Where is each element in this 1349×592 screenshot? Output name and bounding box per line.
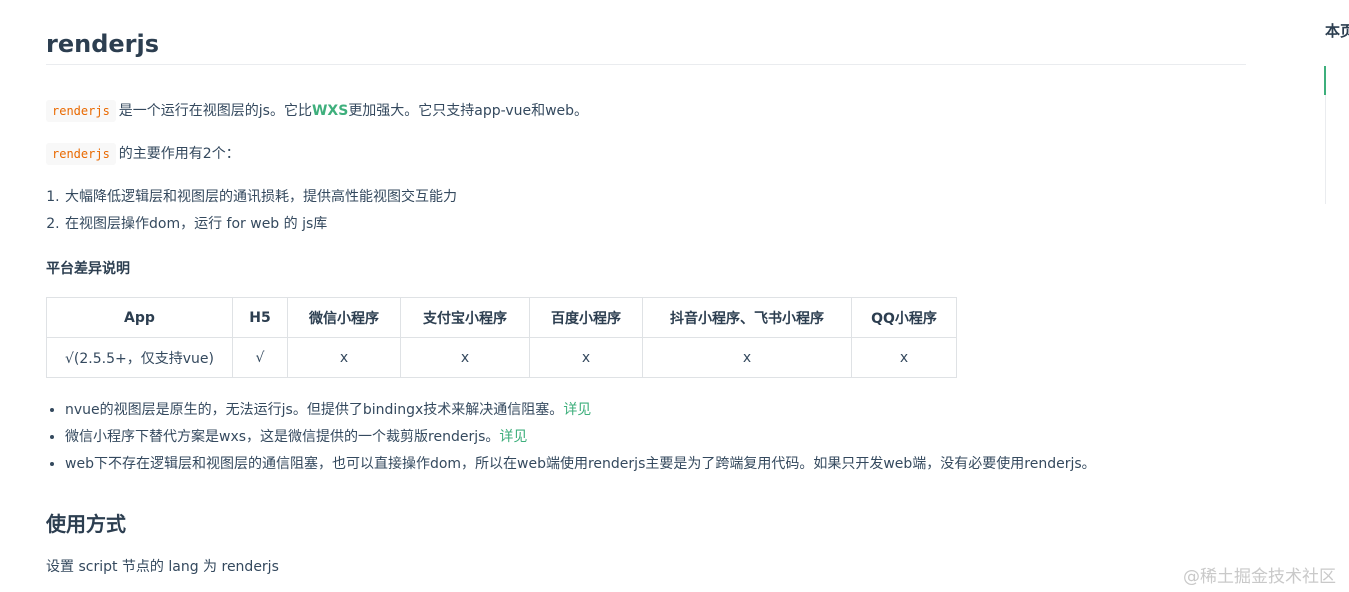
purpose-paragraph: renderjs 的主要作用有2个：	[46, 143, 240, 165]
note-text: nvue的视图层是原生的，无法运行js。但提供了bindingx技术来解决通信阻…	[65, 402, 564, 418]
table-row: √(2.5.5+，仅支持vue) √ x x x x x	[46, 337, 957, 378]
title-divider	[46, 64, 1246, 65]
table-header-row: App H5 微信小程序 支付宝小程序 百度小程序 抖音小程序、飞书小程序 QQ…	[46, 297, 957, 338]
list-item: nvue的视图层是原生的，无法运行js。但提供了bindingx技术来解决通信阻…	[65, 397, 1096, 424]
toc-title[interactable]: 本页	[1325, 20, 1349, 41]
table-header: 微信小程序	[287, 297, 401, 338]
table-cell: √(2.5.5+，仅支持vue)	[46, 337, 233, 378]
notes-list: nvue的视图层是原生的，无法运行js。但提供了bindingx技术来解决通信阻…	[46, 397, 1096, 478]
table-header: 百度小程序	[529, 297, 643, 338]
watermark: @稀土掘金技术社区	[1183, 567, 1336, 587]
purpose-text: 的主要作用有2个：	[118, 146, 240, 162]
platform-heading: 平台差异说明	[46, 261, 130, 277]
table-header: App	[46, 297, 233, 338]
usage-heading: 使用方式	[46, 512, 126, 536]
intro-text-after: 更加强大。它只支持app-vue和web。	[348, 103, 589, 119]
list-item: 大幅降低逻辑层和视图层的通讯损耗，提供高性能视图交互能力	[64, 184, 457, 211]
toc-active-indicator	[1324, 66, 1326, 95]
page-title: renderjs	[46, 30, 160, 58]
table-cell: x	[851, 337, 957, 378]
table-header: QQ小程序	[851, 297, 957, 338]
feature-list: 大幅降低逻辑层和视图层的通讯损耗，提供高性能视图交互能力 在视图层操作dom，运…	[46, 184, 457, 238]
note-text: web下不存在逻辑层和视图层的通信阻塞，也可以直接操作dom，所以在web端使用…	[65, 456, 1096, 472]
inline-code-renderjs: renderjs	[46, 100, 116, 122]
table-header: 支付宝小程序	[400, 297, 530, 338]
details-link[interactable]: 详见	[563, 402, 591, 418]
doc-page: renderjs renderjs 是一个运行在视图层的js。它比WXS更加强大。…	[0, 0, 1349, 592]
wxs-link[interactable]: WXS	[312, 103, 348, 119]
intro-paragraph: renderjs 是一个运行在视图层的js。它比WXS更加强大。它只支持app-v…	[46, 100, 588, 122]
table-cell: x	[642, 337, 852, 378]
list-item: web下不存在逻辑层和视图层的通信阻塞，也可以直接操作dom，所以在web端使用…	[65, 451, 1096, 478]
table-header: H5	[232, 297, 288, 338]
platform-table: App H5 微信小程序 支付宝小程序 百度小程序 抖音小程序、飞书小程序 QQ…	[46, 297, 957, 378]
list-item: 在视图层操作dom，运行 for web 的 js库	[64, 211, 457, 238]
inline-code-renderjs: renderjs	[46, 143, 116, 165]
usage-paragraph: 设置 script 节点的 lang 为 renderjs	[46, 559, 279, 575]
intro-text-before: 是一个运行在视图层的js。它比	[118, 103, 312, 119]
table-cell: x	[287, 337, 401, 378]
list-item: 微信小程序下替代方案是wxs，这是微信提供的一个裁剪版renderjs。详见	[65, 424, 1096, 451]
note-text: 微信小程序下替代方案是wxs，这是微信提供的一个裁剪版renderjs。	[65, 429, 500, 445]
table-cell: √	[232, 337, 288, 378]
details-link[interactable]: 详见	[499, 429, 527, 445]
table-header: 抖音小程序、飞书小程序	[642, 297, 852, 338]
table-cell: x	[529, 337, 643, 378]
table-cell: x	[400, 337, 530, 378]
